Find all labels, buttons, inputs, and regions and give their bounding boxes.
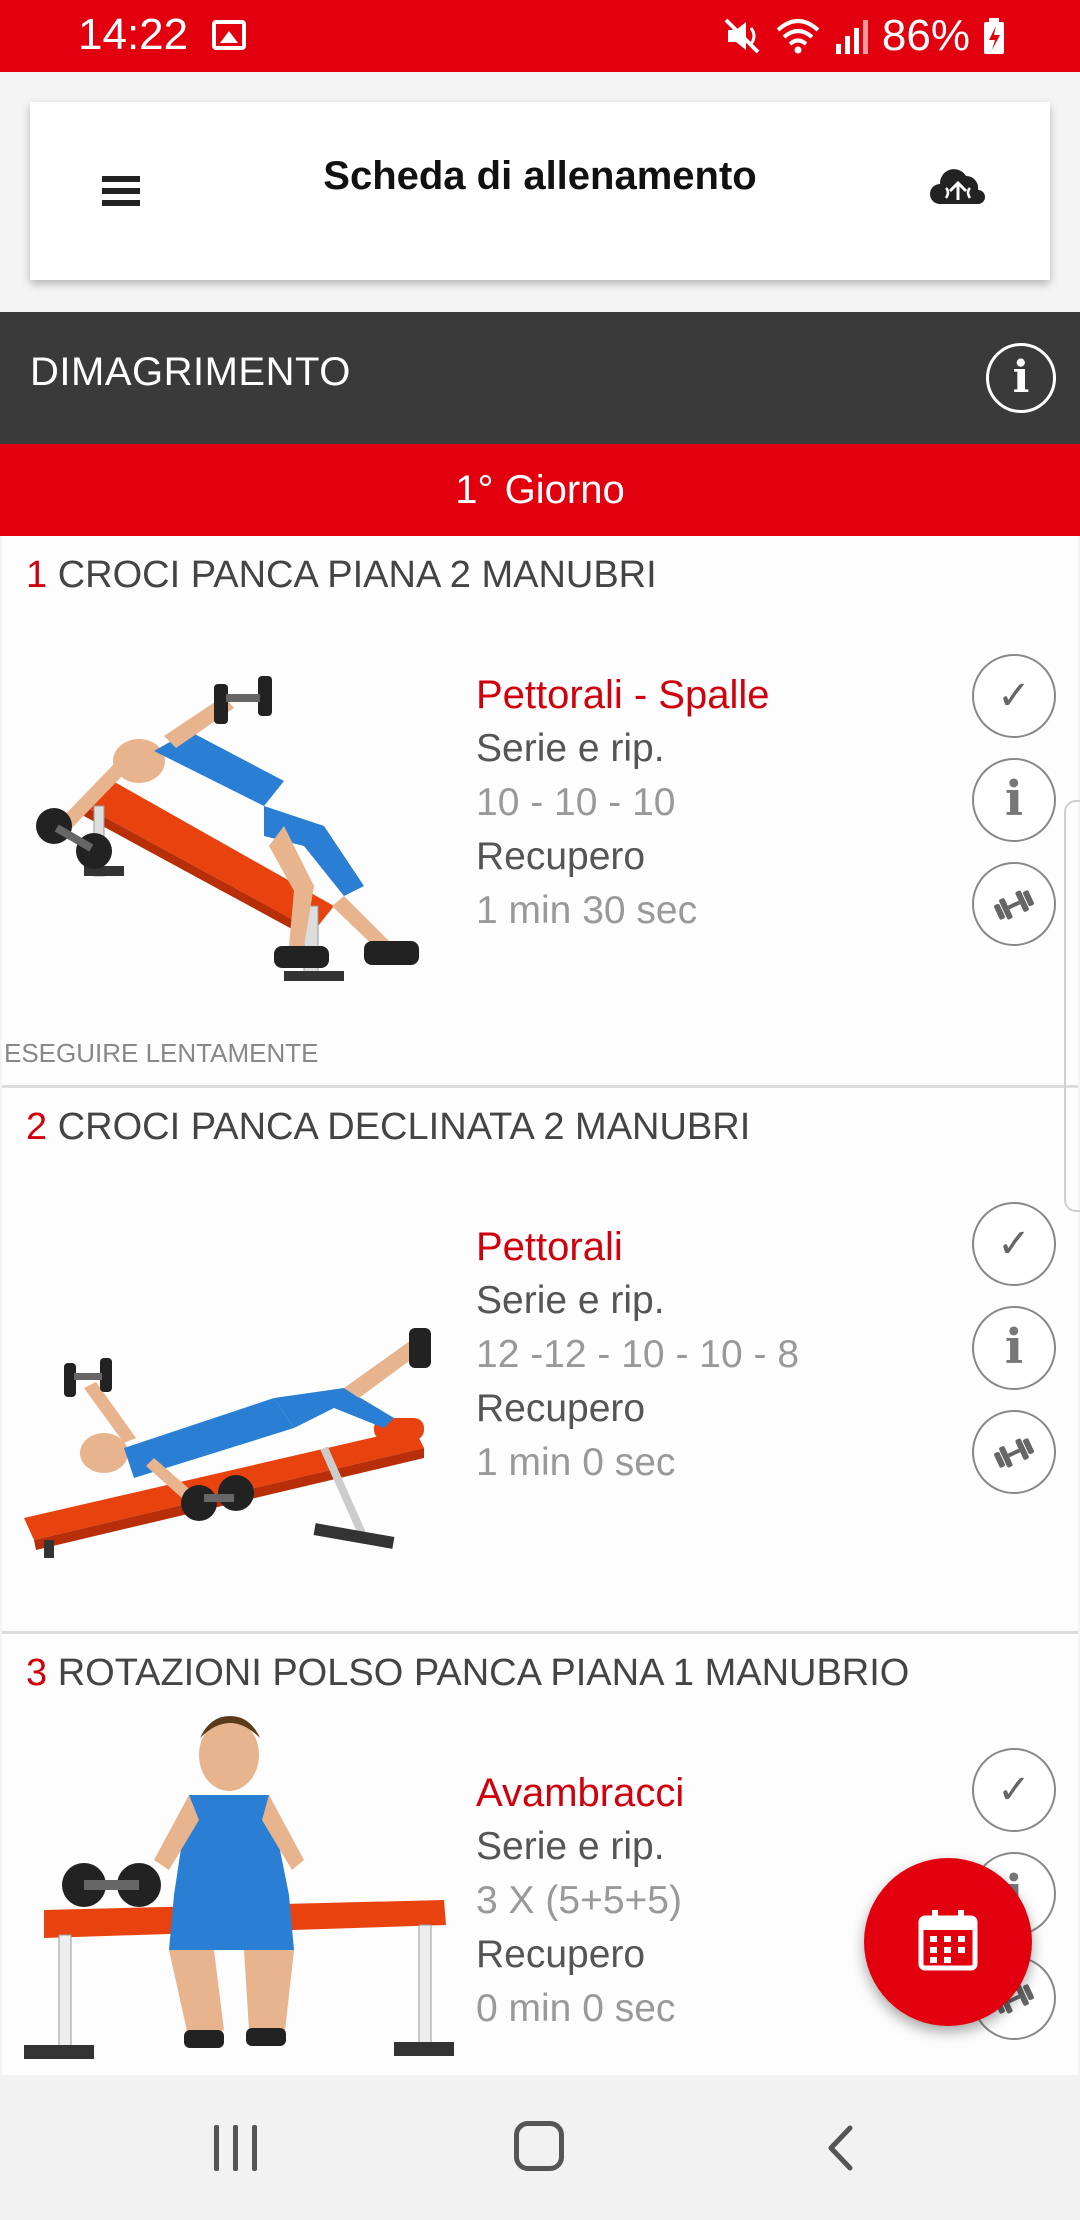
signal-icon bbox=[835, 20, 868, 54]
exercise-image bbox=[24, 1716, 454, 2059]
exercise-number: 2 bbox=[26, 1106, 48, 1148]
wifi-icon bbox=[776, 19, 820, 54]
dumbbell-icon bbox=[994, 890, 1034, 920]
exercise-details: Avambracci Serie e rip. 3 X (5+5+5) Recu… bbox=[476, 1766, 684, 2036]
plan-header: DIMAGRIMENTO i bbox=[0, 312, 1080, 444]
exercise-muscle: Pettorali - Spalle bbox=[476, 673, 770, 717]
exercise-title: 1 CROCI PANCA PIANA 2 MANUBRI bbox=[26, 554, 657, 597]
check-button[interactable]: ✓ bbox=[972, 1748, 1056, 1832]
status-icons: 86% bbox=[722, 10, 1006, 62]
calendar-button[interactable] bbox=[864, 1858, 1032, 2026]
rest-label: Recupero bbox=[476, 1933, 646, 1976]
status-time: 14:22 bbox=[78, 10, 189, 59]
day-header[interactable]: 1° Giorno bbox=[0, 444, 1080, 536]
cloud-sync-icon[interactable] bbox=[926, 164, 990, 210]
exercise-title: 2 CROCI PANCA DECLINATA 2 MANUBRI bbox=[26, 1106, 750, 1149]
exercise-muscle: Pettorali bbox=[476, 1225, 623, 1269]
exercise-name: ROTAZIONI POLSO PANCA PIANA 1 MANUBRIO bbox=[57, 1652, 910, 1694]
check-button[interactable]: ✓ bbox=[972, 654, 1056, 738]
rest-label: Recupero bbox=[476, 1387, 646, 1430]
screen: 14:22 86% Scheda di allenamento DIMAGRIM… bbox=[0, 0, 1080, 2220]
weight-button[interactable] bbox=[972, 1410, 1056, 1494]
exercise-muscle: Avambracci bbox=[476, 1771, 685, 1815]
plan-title: DIMAGRIMENTO bbox=[30, 350, 351, 394]
status-bar: 14:22 86% bbox=[0, 0, 1080, 72]
exercise-card[interactable]: 2 CROCI PANCA DECLINATA 2 MANUBRI Pettor… bbox=[2, 1088, 1078, 1634]
exercise-number: 1 bbox=[26, 554, 48, 596]
rest-label: Recupero bbox=[476, 835, 646, 878]
weight-button[interactable] bbox=[972, 862, 1056, 946]
scroll-indicator[interactable] bbox=[1064, 800, 1080, 1212]
series-value: 10 - 10 - 10 bbox=[476, 781, 676, 824]
series-value: 12 -12 - 10 - 10 - 8 bbox=[476, 1333, 800, 1376]
info-button[interactable]: i bbox=[972, 758, 1056, 842]
system-nav-bar bbox=[0, 2075, 1080, 2220]
dumbbell-icon bbox=[994, 1438, 1034, 1468]
series-label: Serie e rip. bbox=[476, 1279, 665, 1322]
exercise-title: 3 ROTAZIONI POLSO PANCA PIANA 1 MANUBRIO bbox=[26, 1652, 909, 1695]
mute-icon bbox=[724, 18, 760, 54]
recent-apps-icon[interactable] bbox=[214, 2125, 258, 2171]
rest-value: 1 min 30 sec bbox=[476, 889, 698, 932]
exercise-details: Pettorali Serie e rip. 12 -12 - 10 - 10 … bbox=[476, 1220, 799, 1490]
exercise-name: CROCI PANCA PIANA 2 MANUBRI bbox=[57, 554, 657, 596]
battery-charging-icon bbox=[984, 18, 1004, 54]
battery-percent: 86% bbox=[881, 11, 970, 60]
calendar-icon bbox=[918, 1910, 978, 1971]
series-label: Serie e rip. bbox=[476, 727, 665, 770]
series-label: Serie e rip. bbox=[476, 1825, 665, 1868]
back-icon[interactable] bbox=[826, 2125, 854, 2171]
exercise-image bbox=[36, 676, 419, 981]
check-button[interactable]: ✓ bbox=[972, 1202, 1056, 1286]
rest-value: 0 min 0 sec bbox=[476, 1987, 676, 2030]
exercise-image bbox=[24, 1328, 431, 1558]
home-icon[interactable] bbox=[514, 2121, 564, 2171]
series-value: 3 X (5+5+5) bbox=[476, 1879, 682, 1922]
exercise-note: ESEGUIRE LENTAMENTE bbox=[4, 1038, 319, 1068]
exercise-name: CROCI PANCA DECLINATA 2 MANUBRI bbox=[57, 1106, 751, 1148]
exercise-details: Pettorali - Spalle Serie e rip. 10 - 10 … bbox=[476, 668, 769, 938]
rest-value: 1 min 0 sec bbox=[476, 1441, 676, 1484]
exercise-card[interactable]: 1 CROCI PANCA PIANA 2 MANUBRI Pettorali … bbox=[2, 536, 1078, 1088]
info-icon[interactable]: i bbox=[986, 343, 1056, 413]
exercise-number: 3 bbox=[26, 1652, 48, 1694]
gallery-icon bbox=[212, 20, 246, 50]
app-title: Scheda di allenamento bbox=[323, 154, 757, 198]
app-bar: Scheda di allenamento bbox=[30, 102, 1050, 280]
info-button[interactable]: i bbox=[972, 1306, 1056, 1390]
